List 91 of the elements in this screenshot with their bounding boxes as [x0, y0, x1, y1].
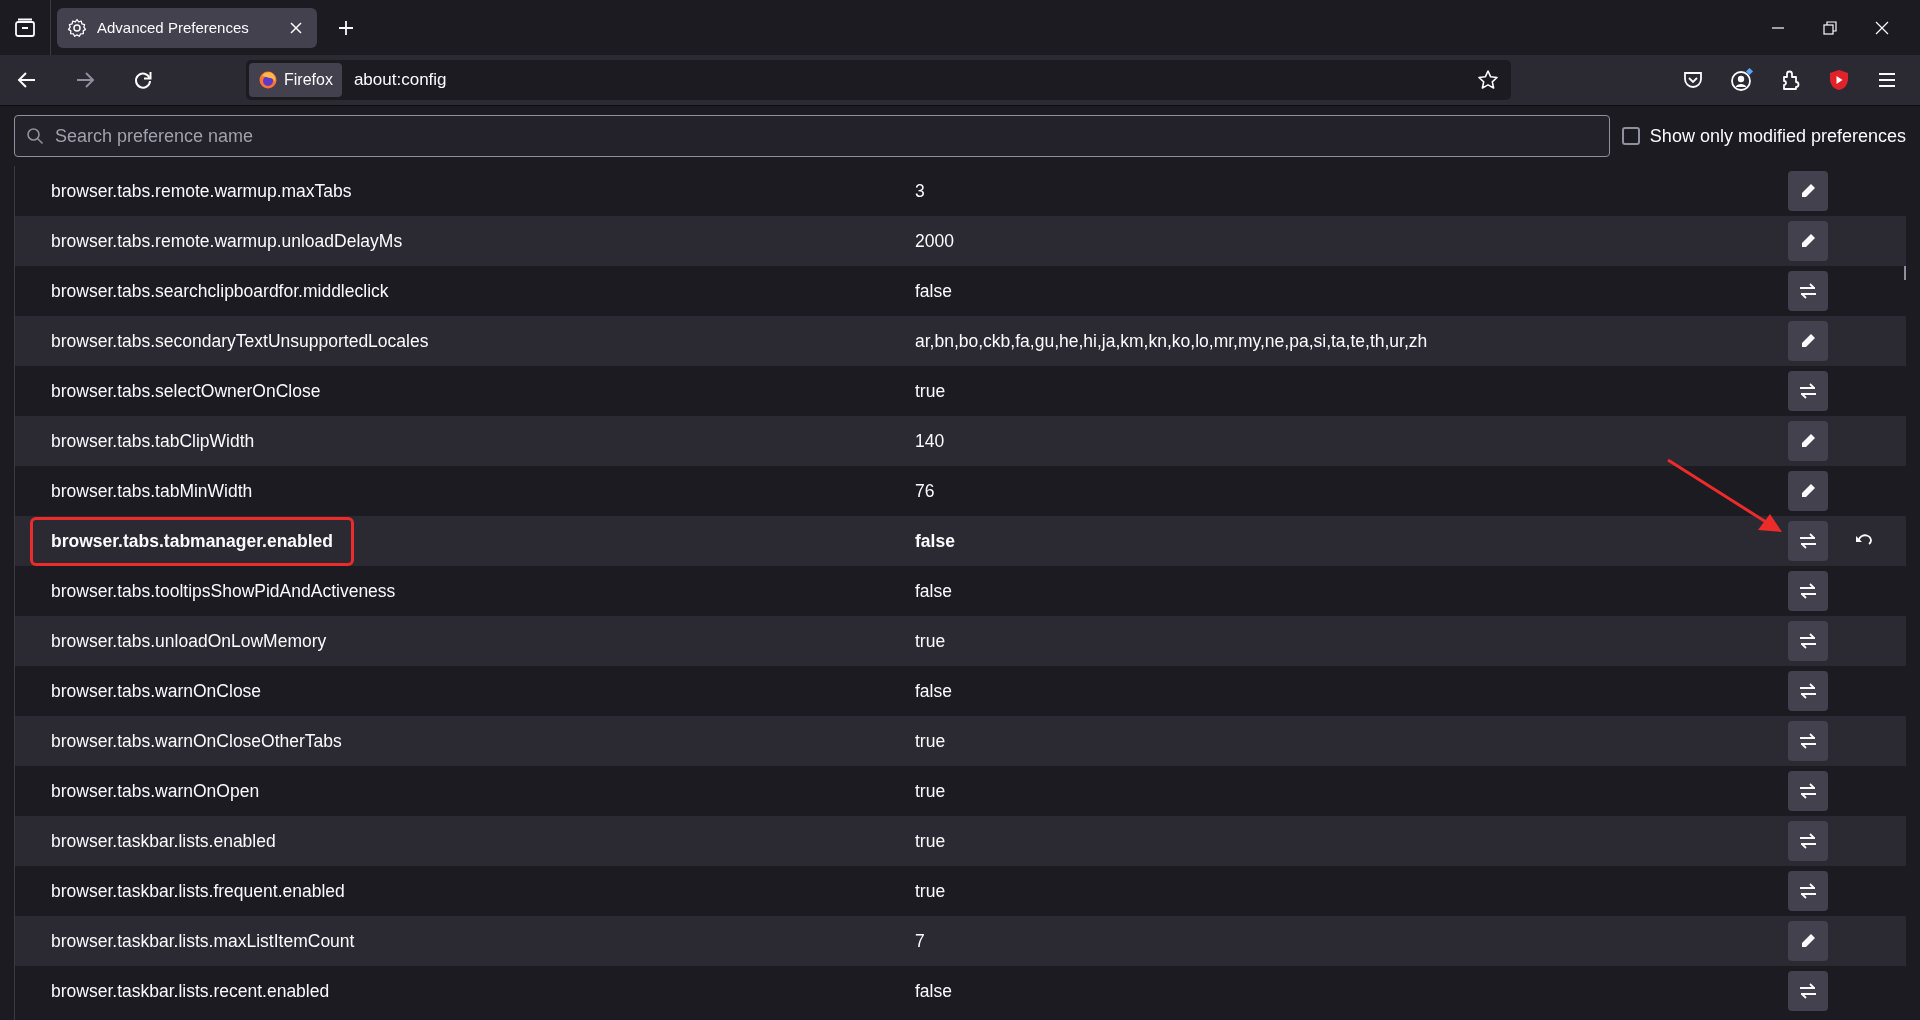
preference-name: browser.tabs.tabClipWidth [51, 430, 255, 452]
toggle-button[interactable] [1788, 771, 1828, 811]
pencil-icon [1799, 332, 1817, 350]
pencil-icon [1799, 932, 1817, 950]
preference-name: browser.taskbar.lists.recent.enabled [51, 980, 330, 1002]
preference-value: true [915, 780, 947, 802]
swap-arrows-icon [1798, 681, 1818, 701]
preference-value: false [915, 530, 956, 552]
swap-arrows-icon [1798, 981, 1818, 1001]
preference-name: browser.tabs.tabMinWidth [51, 480, 253, 502]
swap-arrows-icon [1798, 731, 1818, 751]
toggle-button[interactable] [1788, 621, 1828, 661]
scrollbar-thumb[interactable] [1904, 266, 1906, 280]
edit-button[interactable] [1788, 321, 1828, 361]
preference-value: true [915, 880, 947, 902]
preference-name: browser.taskbar.lists.maxListItemCount [51, 930, 355, 952]
edit-button[interactable] [1788, 471, 1828, 511]
preference-name: browser.taskbar.lists.enabled [51, 830, 276, 852]
search-icon [26, 127, 44, 145]
preference-value: 76 [915, 480, 936, 502]
close-icon[interactable] [289, 20, 303, 35]
preference-name: browser.tabs.warnOnCloseOtherTabs [51, 730, 342, 752]
preference-value: true [915, 630, 947, 652]
swap-arrows-icon [1798, 631, 1818, 651]
gear-icon [67, 17, 87, 38]
toggle-button[interactable] [1788, 571, 1828, 611]
account-icon[interactable] [1730, 68, 1754, 92]
reload-icon[interactable] [132, 69, 154, 91]
edit-button[interactable] [1788, 921, 1828, 961]
swap-arrows-icon [1798, 381, 1818, 401]
swap-arrows-icon [1798, 281, 1818, 301]
toggle-button[interactable] [1788, 521, 1828, 561]
browser-tab[interactable]: Advanced Preferences [57, 7, 317, 48]
new-tab-icon[interactable] [337, 18, 355, 37]
toggle-button[interactable] [1788, 671, 1828, 711]
preference-name: browser.tabs.warnOnOpen [51, 780, 260, 802]
identity-button[interactable]: Firefox [249, 63, 342, 97]
restore-icon[interactable] [1822, 19, 1838, 36]
preference-value: true [915, 730, 947, 752]
swap-arrows-icon [1798, 781, 1818, 801]
preference-value: 3 [915, 180, 926, 202]
pencil-icon [1799, 432, 1817, 450]
toggle-button[interactable] [1788, 271, 1828, 311]
search-field[interactable]: Search preference name [14, 115, 1610, 157]
edit-button[interactable] [1788, 421, 1828, 461]
preference-value: ar,bn,bo,ckb,fa,gu,he,hi,ja,km,kn,ko,lo,mr,my,ne,pa,si,ta,te,th,ur,zh [915, 330, 1429, 352]
preference-value: 2000 [915, 230, 955, 252]
star-icon[interactable] [1477, 69, 1499, 91]
pencil-icon [1799, 182, 1817, 200]
preference-value: false [915, 280, 953, 302]
preference-value: true [915, 380, 947, 402]
tab-title: Advanced Preferences [97, 19, 250, 36]
toggle-button[interactable] [1788, 871, 1828, 911]
swap-arrows-icon [1798, 531, 1818, 551]
swap-arrows-icon [1798, 831, 1818, 851]
swap-arrows-icon [1798, 581, 1818, 601]
preference-value: false [915, 680, 953, 702]
tab-list-icon[interactable] [14, 17, 36, 38]
preference-name: browser.tabs.tooltipsShowPidAndActiveness [51, 580, 396, 602]
close-icon[interactable] [1874, 19, 1890, 36]
address-bar[interactable]: Firefox about:config [246, 60, 1511, 100]
toggle-button[interactable] [1788, 371, 1828, 411]
preference-name: browser.tabs.tabmanager.enabled [33, 519, 352, 563]
shield-play-icon[interactable] [1828, 69, 1850, 91]
fox-globe-icon [258, 70, 278, 90]
url-text: about:config [353, 70, 447, 90]
toggle-button[interactable] [1788, 971, 1828, 1011]
toggle-button[interactable] [1788, 721, 1828, 761]
preference-name: browser.taskbar.lists.frequent.enabled [51, 880, 345, 902]
preference-name: browser.tabs.remote.warmup.maxTabs [51, 180, 352, 202]
preference-value: false [915, 980, 953, 1002]
pencil-icon [1799, 232, 1817, 250]
checkbox[interactable] [1621, 127, 1640, 145]
preference-value: 140 [915, 430, 946, 452]
preference-name: browser.tabs.selectOwnerOnClose [51, 380, 321, 402]
edit-button[interactable] [1788, 221, 1828, 261]
swap-arrows-icon [1798, 881, 1818, 901]
puzzle-icon[interactable] [1780, 69, 1802, 91]
pencil-icon [1799, 482, 1817, 500]
pocket-icon[interactable] [1682, 69, 1704, 91]
checkbox-label[interactable]: Show only modified preferences [1649, 125, 1906, 147]
toggle-button[interactable] [1788, 821, 1828, 861]
preference-name: browser.tabs.remote.warmup.unloadDelayMs [51, 230, 403, 252]
preference-value: true [915, 830, 947, 852]
preference-value: false [915, 580, 953, 602]
preference-name: browser.tabs.secondaryTextUnsupportedLocales [51, 330, 429, 352]
preference-name: browser.tabs.warnOnClose [51, 680, 262, 702]
edit-button[interactable] [1788, 171, 1828, 211]
preference-value: 7 [915, 930, 926, 952]
preference-name: browser.tabs.unloadOnLowMemory [51, 630, 327, 652]
preference-name: browser.tabs.searchclipboardfor.middleclick [51, 280, 389, 302]
